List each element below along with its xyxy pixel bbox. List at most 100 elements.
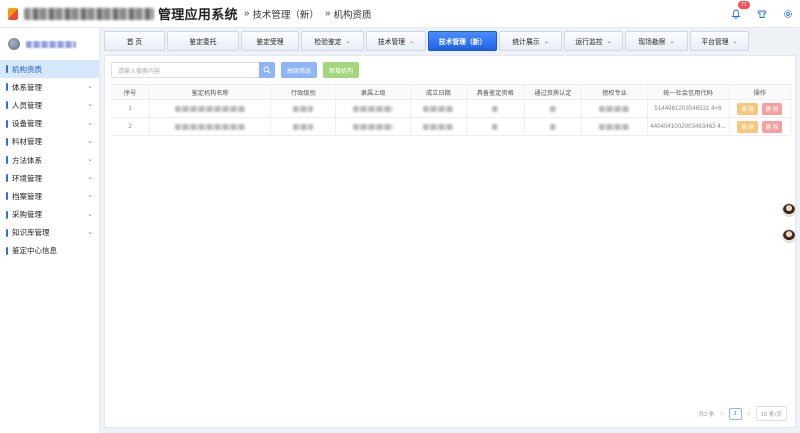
- sidebar-item[interactable]: 体系管理 ⌄: [0, 78, 99, 96]
- sidebar-item[interactable]: 料材管理 ⌄: [0, 133, 99, 151]
- search-button[interactable]: [259, 62, 275, 78]
- sidebar-item[interactable]: 人员管理 ⌄: [0, 96, 99, 114]
- sidebar-menu: 机构资质 体系管理 ⌄ 人员管理 ⌄ 设备管理 ⌄ 料材管理 ⌄ 方法体系 ⌄ 环境管理 ⌄ 档案管理 ⌄ 采…: [0, 60, 99, 260]
- column-header: 成立日期: [411, 85, 467, 99]
- chevron-down-icon: ⌄: [87, 174, 93, 182]
- redacted-org-name: [24, 7, 154, 20]
- redacted-cell: [525, 118, 583, 135]
- redacted-cell: [582, 118, 648, 135]
- sidebar-item[interactable]: 采购管理 ⌄: [0, 206, 99, 224]
- chevron-down-icon: ⌄: [345, 38, 351, 45]
- nav-tab[interactable]: 运行监控 ⌄: [564, 31, 623, 51]
- page-number[interactable]: 1: [728, 407, 742, 420]
- chevron-down-icon: ⌄: [87, 101, 93, 109]
- redacted-text: [175, 105, 246, 112]
- app-title: 管理应用系统: [158, 7, 238, 22]
- pagination: 共2 条 ‹ 1 › 10 条/页: [698, 406, 787, 421]
- gear-icon[interactable]: [782, 8, 794, 20]
- nav-tab-label: 平台管理: [701, 39, 729, 46]
- nav-tab[interactable]: 首 页: [104, 31, 165, 51]
- row-index: 1: [111, 100, 151, 117]
- notification-badge: 71: [737, 1, 750, 9]
- nav-tab[interactable]: 检验鉴定 ⌄: [301, 31, 364, 51]
- breadcrumb-current: 机构资质: [333, 9, 372, 21]
- table-header: 序号 鉴定机构名称 行政级别 隶属上级 成立日期 具备鉴定资格 通过资质认定 授权专业 统一社会…: [111, 84, 791, 100]
- search-input[interactable]: 请输入搜索内容: [111, 62, 259, 78]
- sidebar-item-label: 设备管理: [12, 119, 42, 129]
- sidebar-item[interactable]: 方法体系 ⌄: [0, 151, 99, 169]
- shirt-icon[interactable]: [756, 8, 768, 20]
- toolbar: 请输入搜索内容 高级筛选 新增机构: [111, 62, 360, 78]
- sidebar-item-label: 人员管理: [12, 100, 42, 110]
- redacted-text: [293, 105, 314, 112]
- row-actions: 编 辑删 除: [730, 118, 791, 135]
- column-header: 行政级别: [271, 85, 337, 99]
- column-header: 操作: [730, 85, 791, 99]
- chevron-down-icon: ⌄: [87, 137, 93, 145]
- advanced-filter-button[interactable]: 高级筛选: [281, 62, 318, 78]
- assistant-avatar[interactable]: [782, 203, 796, 217]
- sidebar-item[interactable]: 知识库管理 ⌄: [0, 224, 99, 242]
- redacted-text: [549, 123, 556, 130]
- sidebar-item-label: 机构资质: [12, 64, 42, 74]
- nav-tab[interactable]: 技术管理（新）: [428, 31, 497, 51]
- chevron-down-icon: ⌄: [669, 38, 675, 45]
- sidebar: 机构资质 体系管理 ⌄ 人员管理 ⌄ 设备管理 ⌄ 料材管理 ⌄ 方法体系 ⌄ 环境管理 ⌄ 档案管理 ⌄ 采…: [0, 28, 100, 433]
- sidebar-item-label: 采购管理: [12, 210, 42, 220]
- add-org-button[interactable]: 新增机构: [323, 62, 360, 78]
- breadcrumb-item[interactable]: 技术管理（新）: [252, 7, 319, 21]
- page-size-select[interactable]: 10 条/页: [755, 406, 787, 421]
- sidebar-item-label: 档案管理: [12, 191, 42, 201]
- sidebar-item[interactable]: 设备管理 ⌄: [0, 115, 99, 133]
- column-header: 序号: [111, 85, 151, 99]
- sidebar-item[interactable]: 档案管理 ⌄: [0, 187, 99, 205]
- redacted-text: [175, 123, 246, 130]
- avatar: [8, 38, 20, 50]
- redacted-text: [353, 123, 394, 130]
- redacted-cell: [467, 100, 525, 117]
- nav-tab[interactable]: 鉴定委托: [167, 31, 239, 51]
- sidebar-item[interactable]: 机构资质: [0, 60, 99, 79]
- assistant-avatar[interactable]: [782, 229, 796, 243]
- edit-button[interactable]: 编 辑: [737, 102, 758, 115]
- next-page-icon[interactable]: ›: [748, 411, 750, 417]
- nav-tab-label: 检验鉴定: [314, 39, 342, 46]
- column-header: 通过资质认定: [525, 85, 583, 99]
- column-header: 隶属上级: [336, 85, 411, 99]
- nav-tab-label: 现场勘察: [638, 39, 666, 46]
- user-profile[interactable]: [0, 28, 99, 60]
- redacted-text: [492, 105, 499, 112]
- chevron-down-icon: ⌄: [732, 38, 738, 45]
- sidebar-item[interactable]: 环境管理 ⌄: [0, 169, 99, 187]
- breadcrumb-separator-icon: »: [243, 8, 250, 19]
- top-nav: 首 页鉴定委托 鉴定受理 检验鉴定 ⌄ 技术管理 ⌄ 技术管理（新） 统计展示 ⌄ 运行监控 ⌄ 现场…: [104, 31, 749, 51]
- redacted-text: [423, 105, 454, 112]
- redacted-cell: [336, 100, 411, 117]
- nav-tab[interactable]: 统计展示 ⌄: [499, 31, 562, 51]
- delete-button[interactable]: 删 除: [761, 120, 783, 133]
- chevron-down-icon: ⌄: [87, 228, 93, 236]
- bell-icon[interactable]: 71: [730, 1, 750, 20]
- nav-tab[interactable]: 鉴定受理: [241, 31, 299, 51]
- redacted-user-name: [26, 40, 76, 48]
- sidebar-item[interactable]: 鉴定中心信息: [0, 242, 99, 260]
- sidebar-item-label: 料材管理: [12, 137, 42, 147]
- redacted-cell: [150, 118, 272, 135]
- delete-button[interactable]: 删 除: [761, 102, 783, 115]
- nav-tab[interactable]: 现场勘察 ⌄: [625, 31, 688, 51]
- chevron-down-icon: ⌄: [87, 192, 93, 200]
- nav-tab-label: 技术管理: [377, 39, 406, 46]
- top-header: 管理应用系统 » 技术管理（新） » 机构资质 71: [0, 0, 800, 28]
- redacted-text: [492, 123, 499, 130]
- redacted-text: [423, 123, 454, 130]
- redacted-text: [599, 123, 630, 130]
- chevron-down-icon: ⌄: [606, 38, 612, 45]
- column-header: 具备鉴定资格: [467, 85, 525, 99]
- edit-button[interactable]: 编 辑: [737, 120, 758, 133]
- redacted-cell: [411, 100, 467, 117]
- total-count: 共2 条: [698, 412, 715, 418]
- nav-tab[interactable]: 平台管理 ⌄: [690, 31, 749, 51]
- nav-tab[interactable]: 技术管理 ⌄: [366, 31, 426, 51]
- credit-code: 4404041002003463463 4...: [648, 118, 730, 135]
- prev-page-icon[interactable]: ‹: [721, 411, 723, 417]
